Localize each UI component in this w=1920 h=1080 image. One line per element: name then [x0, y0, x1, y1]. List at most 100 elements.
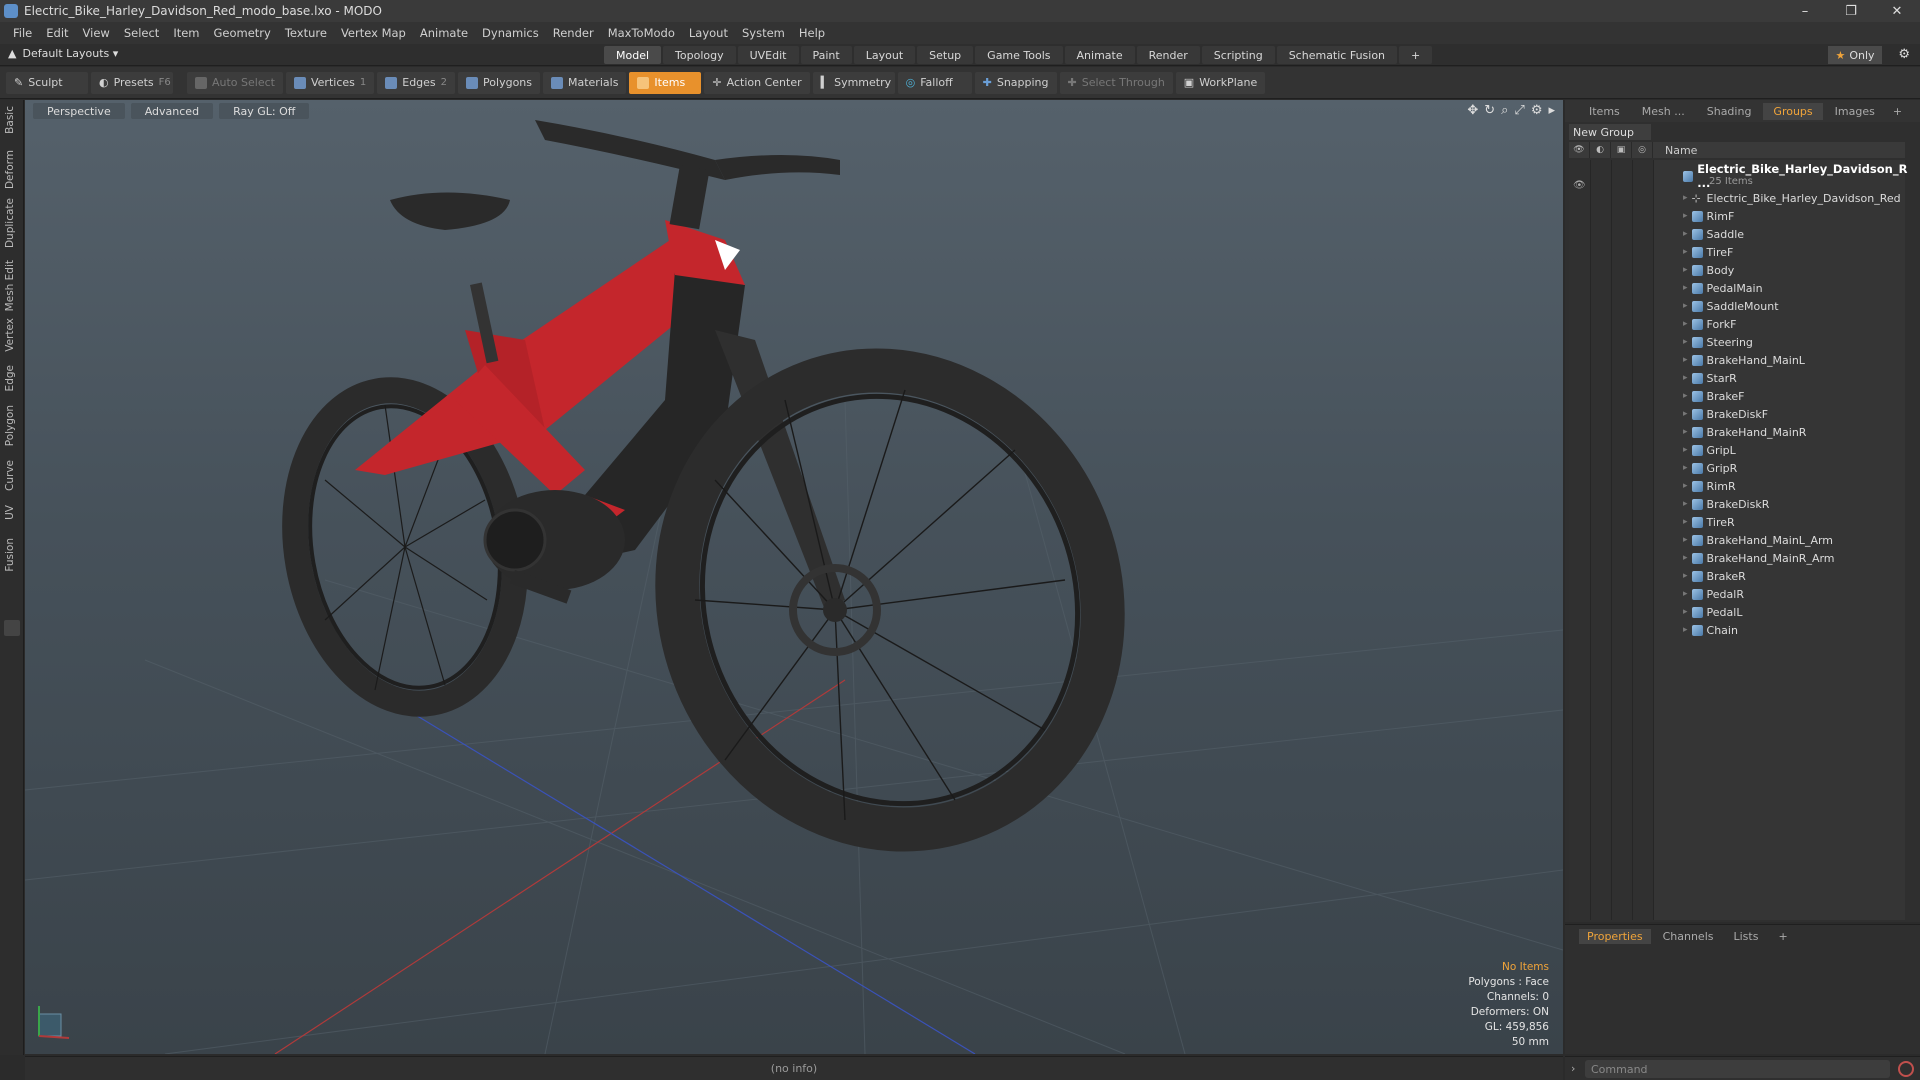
menu-maxtomodo[interactable]: MaxToModo [601, 26, 682, 40]
rotate-icon[interactable]: ↻ [1484, 103, 1495, 118]
lefttab-curve[interactable]: Curve [4, 460, 16, 491]
tree-item[interactable]: ▸ PedalL [1683, 604, 1742, 620]
tree-item[interactable]: ▸ GripR [1683, 460, 1737, 476]
tree-item[interactable]: ▸ ForkF [1683, 316, 1736, 332]
falloff-button[interactable]: ◎ Falloff [897, 71, 972, 94]
tab-model[interactable]: Model [604, 46, 662, 64]
props-tab-properties[interactable]: Properties [1579, 928, 1651, 944]
expand-arrow-icon[interactable]: ▸ [1683, 301, 1688, 311]
expand-arrow-icon[interactable]: ▸ [1683, 535, 1688, 545]
workplane-button[interactable]: ▣ WorkPlane [1175, 71, 1266, 94]
expand-arrow-icon[interactable]: ▸ [1683, 625, 1688, 635]
tree-item[interactable]: ▸ ⊹ Electric_Bike_Harley_Davidson_Red [1683, 190, 1901, 206]
raygl-button[interactable]: Ray GL: Off [219, 103, 310, 119]
snapping-button[interactable]: ✚ Snapping [974, 71, 1057, 94]
visibility-eye-icon[interactable]: 👁 [1573, 180, 1586, 191]
expand-arrow-icon[interactable]: ▸ [1683, 427, 1688, 437]
polygons-button[interactable]: Polygons [458, 71, 540, 94]
view-mode-button[interactable]: Advanced [130, 103, 214, 119]
select-column-icon[interactable]: ◎ [1632, 142, 1653, 158]
lefttab-vertex[interactable]: Vertex [4, 318, 16, 352]
visibility-column-icon[interactable]: 👁 [1569, 142, 1590, 158]
expand-arrow-icon[interactable]: ▸ [1683, 319, 1688, 329]
lefttab-edge[interactable]: Edge [4, 365, 16, 391]
tree-item[interactable]: ▸ BrakeHand_MainR_Arm [1683, 550, 1835, 566]
tree-item[interactable]: ▸ BrakeHand_MainL [1683, 352, 1805, 368]
props-tab-channels[interactable]: Channels [1655, 929, 1722, 944]
lefttab-fusion[interactable]: Fusion [4, 538, 16, 572]
expand-arrow-icon[interactable]: ▸ [1683, 337, 1688, 347]
action-center-button[interactable]: ✛ Action Center [704, 71, 810, 94]
sculpt-button[interactable]: ✎ Sculpt [6, 71, 88, 94]
lefttab-polygon[interactable]: Polygon [4, 405, 16, 446]
props-tab-lists[interactable]: Lists [1726, 929, 1767, 944]
tab-schematic-fusion[interactable]: Schematic Fusion [1276, 46, 1398, 64]
tree-item[interactable]: ▸ BrakeR [1683, 568, 1746, 584]
add-tab-button[interactable]: + [1399, 46, 1433, 64]
tree-item[interactable]: ▸ TireF [1683, 244, 1733, 260]
tab-uvedit[interactable]: UVEdit [737, 46, 799, 64]
tab-game-tools[interactable]: Game Tools [975, 46, 1063, 64]
layout-selector[interactable]: ▲ Default Layouts ▾ [8, 47, 118, 60]
presets-button[interactable]: ◐ Presets F6 [91, 71, 173, 94]
tree-item[interactable]: ▸ SaddleMount [1683, 298, 1779, 314]
close-button[interactable]: ✕ [1874, 0, 1920, 22]
tree-item[interactable]: ▸ Body [1683, 262, 1734, 278]
expand-arrow-icon[interactable]: ▸ [1683, 283, 1688, 293]
tree-item[interactable]: ▸ Saddle [1683, 226, 1744, 242]
expand-arrow-icon[interactable]: ▸ [1683, 247, 1688, 257]
expand-arrow-icon[interactable]: ▸ [1683, 607, 1688, 617]
3d-viewport[interactable]: Perspective Advanced Ray GL: Off ✥ ↻ ⌕ ⤢… [25, 100, 1563, 1054]
select-through-button[interactable]: ✚ Select Through [1059, 71, 1173, 94]
tab-setup[interactable]: Setup [917, 46, 974, 64]
menu-help[interactable]: Help [792, 26, 832, 40]
viewport-settings-icon[interactable]: ⚙ [1531, 103, 1543, 118]
tab-topology[interactable]: Topology [663, 46, 736, 64]
expand-arrow-icon[interactable]: ▸ [1683, 211, 1688, 221]
tree-item[interactable]: ▸ BrakeF [1683, 388, 1744, 404]
expand-arrow-icon[interactable]: ▸ [1683, 193, 1688, 203]
fit-icon[interactable]: ⤢ [1514, 103, 1524, 118]
vertices-button[interactable]: Vertices 1 [285, 71, 375, 94]
menu-file[interactable]: File [6, 26, 39, 40]
tab-animate[interactable]: Animate [1064, 46, 1135, 64]
add-panel-tab-button[interactable]: + [1887, 105, 1902, 118]
lock-column-icon[interactable]: ▣ [1611, 142, 1632, 158]
pan-icon[interactable]: ✥ [1467, 103, 1478, 118]
menu-item[interactable]: Item [166, 26, 206, 40]
expand-arrow-icon[interactable]: ▸ [1683, 373, 1688, 383]
expand-arrow-icon[interactable]: ▸ [1683, 463, 1688, 473]
edges-button[interactable]: Edges 2 [377, 71, 456, 94]
lefttab-mesh-edit[interactable]: Mesh Edit [4, 260, 16, 311]
menu-select[interactable]: Select [117, 26, 166, 40]
expand-arrow-icon[interactable]: ▸ [1683, 499, 1688, 509]
lefttab-basic[interactable]: Basic [4, 106, 16, 134]
expand-arrow-icon[interactable]: ▸ [1683, 391, 1688, 401]
tree-item[interactable]: ▸ TireR [1683, 514, 1735, 530]
tree-item[interactable]: ▸ RimR [1683, 478, 1736, 494]
menu-vertex-map[interactable]: Vertex Map [334, 26, 413, 40]
panel-tab-images[interactable]: Images [1825, 103, 1885, 120]
expand-arrow-icon[interactable]: ▸ [1683, 571, 1688, 581]
menu-animate[interactable]: Animate [413, 26, 475, 40]
add-props-tab-button[interactable]: + [1770, 929, 1795, 944]
menu-geometry[interactable]: Geometry [207, 26, 278, 40]
menu-texture[interactable]: Texture [278, 26, 334, 40]
expand-arrow-icon[interactable]: ▸ [1683, 481, 1688, 491]
tree-item[interactable]: ▸ Steering [1683, 334, 1753, 350]
expand-arrow-icon[interactable]: ▸ [1683, 229, 1688, 239]
tree-item[interactable]: ▸ GripL [1683, 442, 1736, 458]
tree-item[interactable]: ▸ BrakeHand_MainL_Arm [1683, 532, 1833, 548]
expand-arrow-icon[interactable]: ▸ [1683, 553, 1688, 563]
tree-item[interactable]: ▸ PedalMain [1683, 280, 1763, 296]
tab-scripting[interactable]: Scripting [1201, 46, 1275, 64]
materials-button[interactable]: Materials [543, 71, 627, 94]
panel-tab-shading[interactable]: Shading [1697, 103, 1762, 120]
menu-layout[interactable]: Layout [682, 26, 735, 40]
tree-item[interactable]: ▸ BrakeDiskF [1683, 406, 1768, 422]
tree-item[interactable]: ▸ BrakeDiskR [1683, 496, 1769, 512]
expand-arrow-icon[interactable]: ▸ [1683, 589, 1688, 599]
tree-item[interactable]: ▸ Chain [1683, 622, 1738, 638]
expand-arrow-icon[interactable]: ▸ [1683, 409, 1688, 419]
tree-item[interactable]: ▸ StarR [1683, 370, 1737, 386]
